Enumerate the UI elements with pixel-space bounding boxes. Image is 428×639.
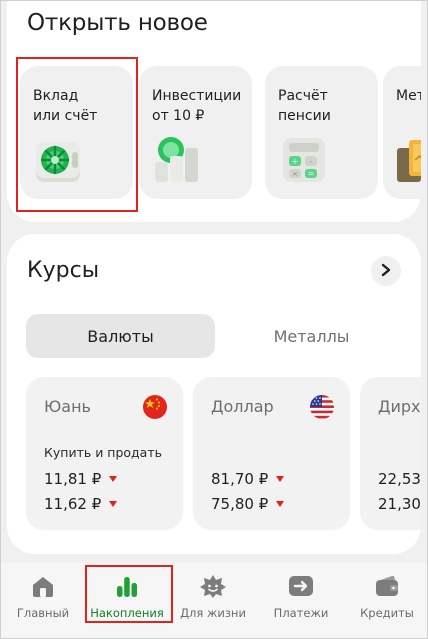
rate-value-row: 11,62 ₽ bbox=[44, 495, 118, 513]
bottom-navigation: Главный Накопления Для жизни Платежи Кре… bbox=[0, 563, 428, 639]
rate-value-row: 81,70 ₽ bbox=[211, 470, 285, 488]
svg-text:+: + bbox=[292, 157, 299, 166]
rates-more-button[interactable] bbox=[371, 256, 401, 286]
nav-item-home[interactable]: Главный bbox=[0, 563, 86, 639]
currency-name: Юань bbox=[44, 397, 91, 416]
rate-down-icon bbox=[109, 501, 118, 507]
lifestyle-icon bbox=[199, 572, 227, 600]
product-metals[interactable]: Мета bbox=[383, 66, 421, 199]
nav-label: Платежи bbox=[273, 606, 329, 620]
buy-sell-label: Купить и продать bbox=[44, 445, 162, 460]
product-metals-label: Мета bbox=[396, 88, 421, 104]
calculator-icon: + - × = bbox=[277, 134, 331, 186]
svg-text:-: - bbox=[310, 157, 313, 166]
currency-name: Доллар bbox=[211, 397, 274, 416]
rate-value-row: 11,81 ₽ bbox=[44, 470, 118, 488]
rate-value: 11,81 ₽ bbox=[44, 470, 102, 488]
rate-card-dollar[interactable]: Доллар 81,70 ₽ 75,80 ₽ bbox=[193, 377, 350, 530]
nav-item-credits[interactable]: Кредиты bbox=[344, 563, 428, 639]
rates-section: Курсы Валюты Металлы Юань Купить и прода… bbox=[7, 234, 421, 554]
rate-value-row: 21,30 bbox=[378, 495, 421, 513]
svg-text:×: × bbox=[292, 170, 298, 178]
tab-metals[interactable]: Металлы bbox=[217, 314, 406, 358]
gold-bars-icon bbox=[395, 134, 421, 186]
wallet-icon bbox=[373, 572, 401, 600]
product-investments-label: Инвестиции от 10 ₽ bbox=[152, 88, 242, 124]
nav-item-lifestyle[interactable]: Для жизни bbox=[170, 563, 256, 639]
rate-down-icon bbox=[109, 476, 118, 482]
china-flag-icon bbox=[143, 395, 167, 419]
svg-text:=: = bbox=[308, 169, 315, 178]
rate-card-dirham[interactable]: Дирха 22,53 21,30 bbox=[360, 377, 421, 530]
rate-down-icon bbox=[276, 476, 285, 482]
chevron-right-icon bbox=[380, 262, 392, 281]
rate-value: 81,70 ₽ bbox=[211, 470, 269, 488]
usa-flag-icon bbox=[310, 395, 334, 419]
nav-label: Для жизни bbox=[180, 606, 246, 620]
nav-label: Главный bbox=[16, 606, 70, 620]
product-pension-label: Расчёт пенсии bbox=[278, 88, 331, 124]
savings-nav-highlight bbox=[85, 565, 173, 623]
product-pension-calc[interactable]: Расчёт пенсии + - × = bbox=[265, 66, 378, 199]
rate-down-icon bbox=[276, 501, 285, 507]
rate-value: 22,53 bbox=[378, 470, 421, 488]
rates-title: Курсы bbox=[27, 258, 100, 283]
home-icon bbox=[29, 572, 57, 600]
rate-value-row: 22,53 bbox=[378, 470, 421, 488]
rate-value: 75,80 ₽ bbox=[211, 495, 269, 513]
rate-card-yuan[interactable]: Юань Купить и продать 11,81 ₽ 11,62 ₽ bbox=[26, 377, 183, 530]
investments-chart-icon bbox=[151, 134, 205, 186]
tab-currencies[interactable]: Валюты bbox=[26, 314, 215, 358]
product-investments[interactable]: Инвестиции от 10 ₽ bbox=[139, 66, 252, 199]
rate-value-row: 75,80 ₽ bbox=[211, 495, 285, 513]
nav-item-payments[interactable]: Платежи bbox=[258, 563, 344, 639]
deposit-tile-highlight bbox=[16, 57, 138, 212]
rate-value: 21,30 bbox=[378, 495, 421, 513]
open-new-title: Открыть новое bbox=[27, 10, 208, 36]
nav-label: Кредиты bbox=[360, 606, 414, 620]
rate-value: 11,62 ₽ bbox=[44, 495, 102, 513]
payments-arrow-icon bbox=[287, 572, 315, 600]
currency-name: Дирха bbox=[378, 397, 421, 416]
